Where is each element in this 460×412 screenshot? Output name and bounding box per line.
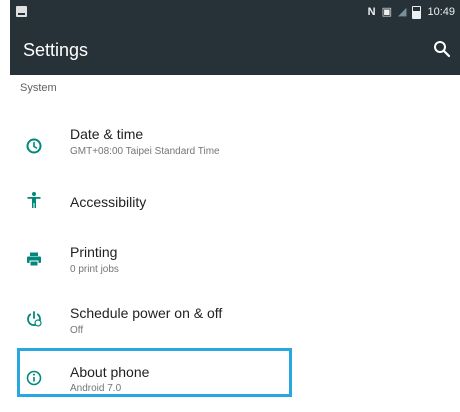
setting-item-title: Accessibility [70, 194, 147, 210]
highlight-box [17, 348, 292, 397]
search-icon [434, 41, 451, 58]
search-button[interactable] [431, 38, 453, 60]
power-schedule-icon [25, 310, 43, 328]
battery-icon [412, 5, 422, 19]
setting-item-title: Schedule power on & off [70, 305, 223, 321]
app-bar: Settings [10, 24, 460, 75]
nfc-icon: N [367, 5, 376, 18]
status-time: 10:49 [427, 6, 455, 18]
status-bar: N ▣ ◢ 10:49 [10, 0, 460, 24]
setting-item-summary: GMT+08:00 Taipei Standard Time [70, 146, 220, 157]
status-icons: N ▣ ◢ 10:49 [368, 3, 455, 21]
setting-item-printing[interactable]: Printing 0 print jobs [10, 240, 460, 300]
vibrate-icon: ▣ [381, 5, 392, 18]
accessibility-icon [25, 191, 43, 209]
signal-icon: ◢ [398, 5, 407, 18]
setting-item-accessibility[interactable]: Accessibility [10, 170, 460, 230]
clock-icon [25, 137, 43, 155]
setting-item-summary: Off [70, 325, 84, 336]
setting-item-title: Printing [70, 244, 118, 260]
setting-item-title: Date & time [70, 126, 144, 142]
page-title: Settings [23, 40, 89, 60]
printer-icon [25, 250, 43, 268]
setting-item-summary: 0 print jobs [70, 264, 119, 275]
section-header-system: System [20, 82, 57, 94]
notification-icon [16, 6, 27, 17]
